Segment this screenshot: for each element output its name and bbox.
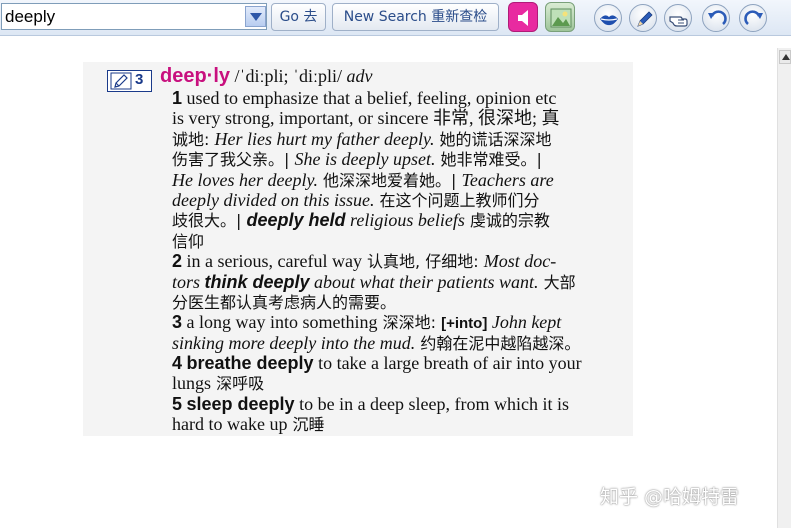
- sense-line: 信仰: [172, 231, 623, 251]
- definition: lungs: [172, 373, 212, 394]
- translation: 沉睡: [287, 415, 325, 435]
- lips-icon: [600, 15, 618, 26]
- translation: 虔诚的宗教: [464, 211, 550, 231]
- sense-line: hard to wake up 沉睡: [172, 414, 623, 434]
- sense-number: 1: [172, 88, 183, 108]
- sense-line: 分医生都认真考虑病人的需要。: [172, 292, 623, 312]
- example: deeply divided on this issue.: [172, 189, 375, 210]
- sense-2: 2 in a serious, careful way 认真地, 仔细地: Mo…: [88, 251, 623, 312]
- translation: 大部: [538, 272, 576, 292]
- dropdown-arrow-icon: [250, 13, 262, 21]
- go-button[interactable]: Go 去: [271, 3, 326, 31]
- example: tors: [172, 271, 205, 292]
- search-input[interactable]: [2, 4, 242, 29]
- example: Her lies hurt my father deeply.: [214, 128, 435, 149]
- translation: 她非常难受。|: [435, 150, 542, 170]
- pencil-icon: [637, 11, 653, 27]
- redo-button[interactable]: [739, 4, 767, 32]
- toolbar: Go 去 New Search 重新查检: [0, 0, 791, 36]
- sense-line: 诚地: Her lies hurt my father deeply. 她的谎话…: [172, 129, 623, 149]
- sense-3: 3 a long way into something 深深地: [+into]…: [88, 312, 623, 353]
- sense-number: 3: [172, 312, 183, 333]
- part-of-speech: adv: [346, 66, 373, 86]
- sense-line: 歧很大。| deeply held religious beliefs 虔诚的宗…: [172, 210, 623, 230]
- example: He loves her deeply.: [172, 169, 318, 190]
- example: sinking more deeply into the mud.: [172, 332, 416, 353]
- translation: 在这个问题上教师们分: [374, 190, 540, 210]
- definition: to be in a deep sleep, from which it is: [294, 393, 570, 414]
- translation: 深呼吸: [211, 374, 265, 394]
- translation: 她的谎话深深地: [434, 129, 552, 149]
- entry-text: deep·ly /ˈdiːpli; ˈdiːpli/ adv 1 used to…: [88, 66, 623, 435]
- picture-button[interactable]: [545, 2, 575, 32]
- translation: 信仰: [172, 231, 205, 251]
- sense-line: lungs 深呼吸: [172, 373, 623, 393]
- sense-number: 2: [172, 251, 183, 272]
- translation: 他深深地爱着她。|: [317, 170, 462, 190]
- phrase: breathe deeply: [186, 353, 314, 374]
- definition: in a serious, careful way: [186, 251, 362, 272]
- sense-line: He loves her deeply. 他深深地爱着她。| Teachers …: [172, 170, 623, 190]
- arrow-up-icon: [782, 54, 790, 60]
- sense-line: 伤害了我父亲。| She is deeply upset. 她非常难受。|: [172, 149, 623, 169]
- phrase: sleep deeply: [186, 393, 295, 414]
- undo-icon: [708, 10, 727, 25]
- definition: to take a large breath of air into your: [313, 353, 582, 374]
- example: religious beliefs: [345, 210, 465, 231]
- definition: is very strong, important, or sincere 非常…: [172, 108, 560, 129]
- sense-line: 5 sleep deeply to be in a deep sleep, fr…: [172, 394, 623, 414]
- pointing-hand-icon: [669, 16, 688, 27]
- sense-line: sinking more deeply into the mud. 约翰在泥中越…: [172, 333, 623, 353]
- example: Most doc-: [483, 251, 557, 272]
- vertical-scrollbar[interactable]: [777, 48, 791, 528]
- translation: 歧很大。|: [172, 211, 247, 231]
- sense-line: 3 a long way into something 深深地: [+into]…: [172, 312, 623, 332]
- search-history-dropdown[interactable]: [245, 6, 266, 27]
- grammar-pattern: [+into]: [441, 315, 488, 333]
- translation: 伤害了我父亲。|: [172, 150, 295, 170]
- sense-number: 5: [172, 393, 183, 414]
- sense-number: 4: [172, 353, 183, 374]
- example: Teachers are: [461, 169, 554, 190]
- sense-line: 4 breathe deeply to take a large breath …: [172, 353, 623, 373]
- pronunciation: /ˈdiːpli; ˈdiːpli/: [234, 66, 343, 86]
- translation: 诚地:: [172, 129, 215, 149]
- sense-line: is very strong, important, or sincere 非常…: [172, 108, 623, 128]
- sense-1: 1 used to emphasize that a belief, feeli…: [88, 88, 623, 251]
- example: about what their patients want.: [309, 271, 539, 292]
- sense-line: tors think deeply about what their patie…: [172, 272, 623, 292]
- example: John kept: [487, 312, 562, 333]
- definition: hard to wake up: [172, 414, 288, 435]
- lips-button[interactable]: [594, 4, 622, 32]
- translation: 分医生都认真考虑病人的需要。: [172, 292, 397, 312]
- sense-5: 5 sleep deeply to be in a deep sleep, fr…: [88, 394, 623, 435]
- redo-icon: [744, 10, 763, 25]
- translation: 深深地:: [377, 313, 442, 333]
- new-search-button[interactable]: New Search 重新查检: [332, 3, 499, 31]
- translation: 认真地, 仔细地:: [361, 252, 484, 272]
- headword-line: deep·ly /ˈdiːpli; ˈdiːpli/ adv: [88, 66, 623, 88]
- pronunciation-button[interactable]: [508, 2, 538, 32]
- sense-4: 4 breathe deeply to take a large breath …: [88, 353, 623, 394]
- collocation: deeply held: [246, 210, 346, 231]
- pointer-button[interactable]: [664, 4, 692, 32]
- speaker-icon: [518, 10, 528, 26]
- translation: 约翰在泥中越陷越深。: [415, 333, 581, 353]
- definition: used to emphasize that a belief, feeling…: [186, 88, 557, 108]
- sense-line: deeply divided on this issue. 在这个问题上教师们分: [172, 190, 623, 210]
- sense-line: 2 in a serious, careful way 认真地, 仔细地: Mo…: [172, 251, 623, 271]
- collocation: think deeply: [204, 271, 310, 292]
- undo-button[interactable]: [702, 4, 730, 32]
- watermark: 知乎 @哈姆特雷: [600, 486, 740, 508]
- definition: a long way into something: [186, 312, 378, 333]
- sense-line: 1 used to emphasize that a belief, feeli…: [172, 88, 623, 108]
- picture-icon: [550, 8, 572, 28]
- example: She is deeply upset.: [294, 149, 436, 170]
- pencil-button[interactable]: [629, 4, 657, 32]
- scroll-up-button[interactable]: [779, 50, 791, 64]
- headword: deep·ly: [160, 65, 231, 87]
- search-box: [1, 3, 267, 30]
